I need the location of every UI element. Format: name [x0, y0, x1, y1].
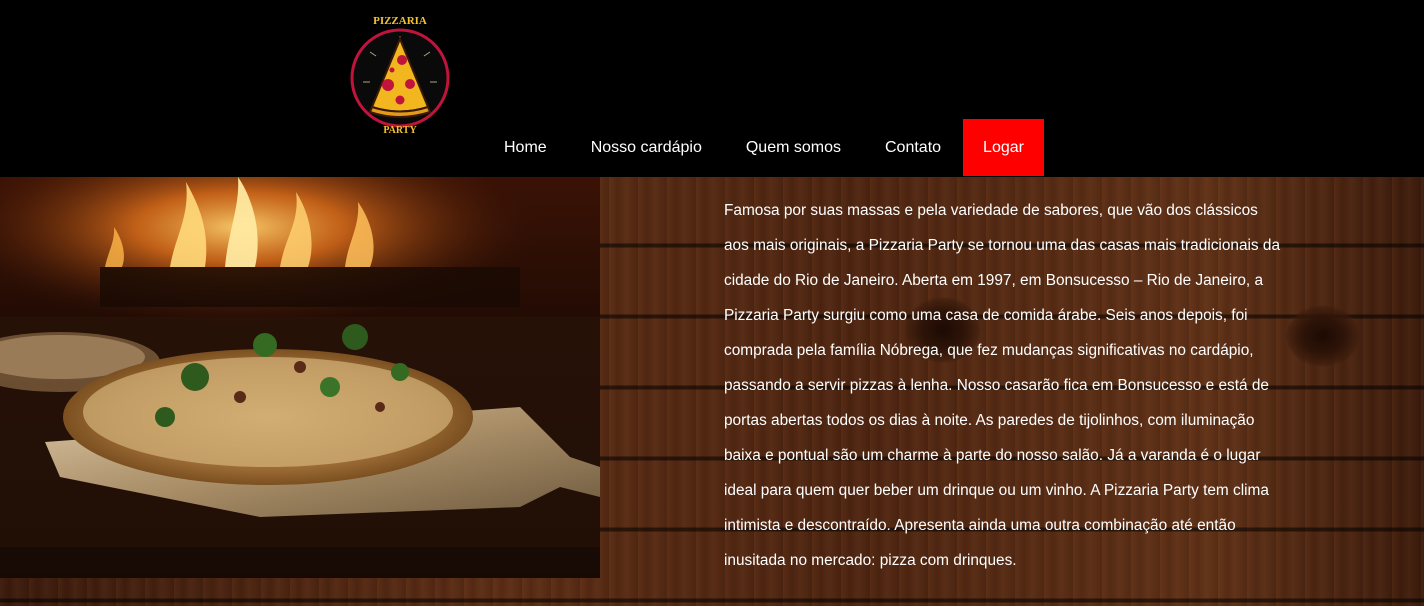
pizzaria-party-logo[interactable]: PIZZARIA PARTY [348, 12, 452, 136]
about-paragraph: Famosa por suas massas e pela variedade … [724, 202, 1281, 569]
nav-contato[interactable]: Contato [863, 119, 963, 176]
pizza-oven-photo [0, 177, 600, 578]
site-header: PIZZARIA PARTY Home Nosso cardápio Quem … [0, 0, 1424, 177]
main-nav: Home Nosso cardápio Quem somos Contato L… [482, 119, 1044, 176]
logo-bottom-text: PARTY [383, 125, 417, 136]
logo-top-text: PIZZARIA [373, 15, 427, 27]
nav-quem-somos[interactable]: Quem somos [724, 119, 863, 176]
nav-nosso-cardapio[interactable]: Nosso cardápio [569, 119, 724, 176]
about-section: Famosa por suas massas e pela variedade … [0, 177, 1424, 606]
nav-home[interactable]: Home [482, 119, 569, 176]
wood-knot [1286, 305, 1360, 367]
login-button[interactable]: Logar [963, 119, 1044, 176]
